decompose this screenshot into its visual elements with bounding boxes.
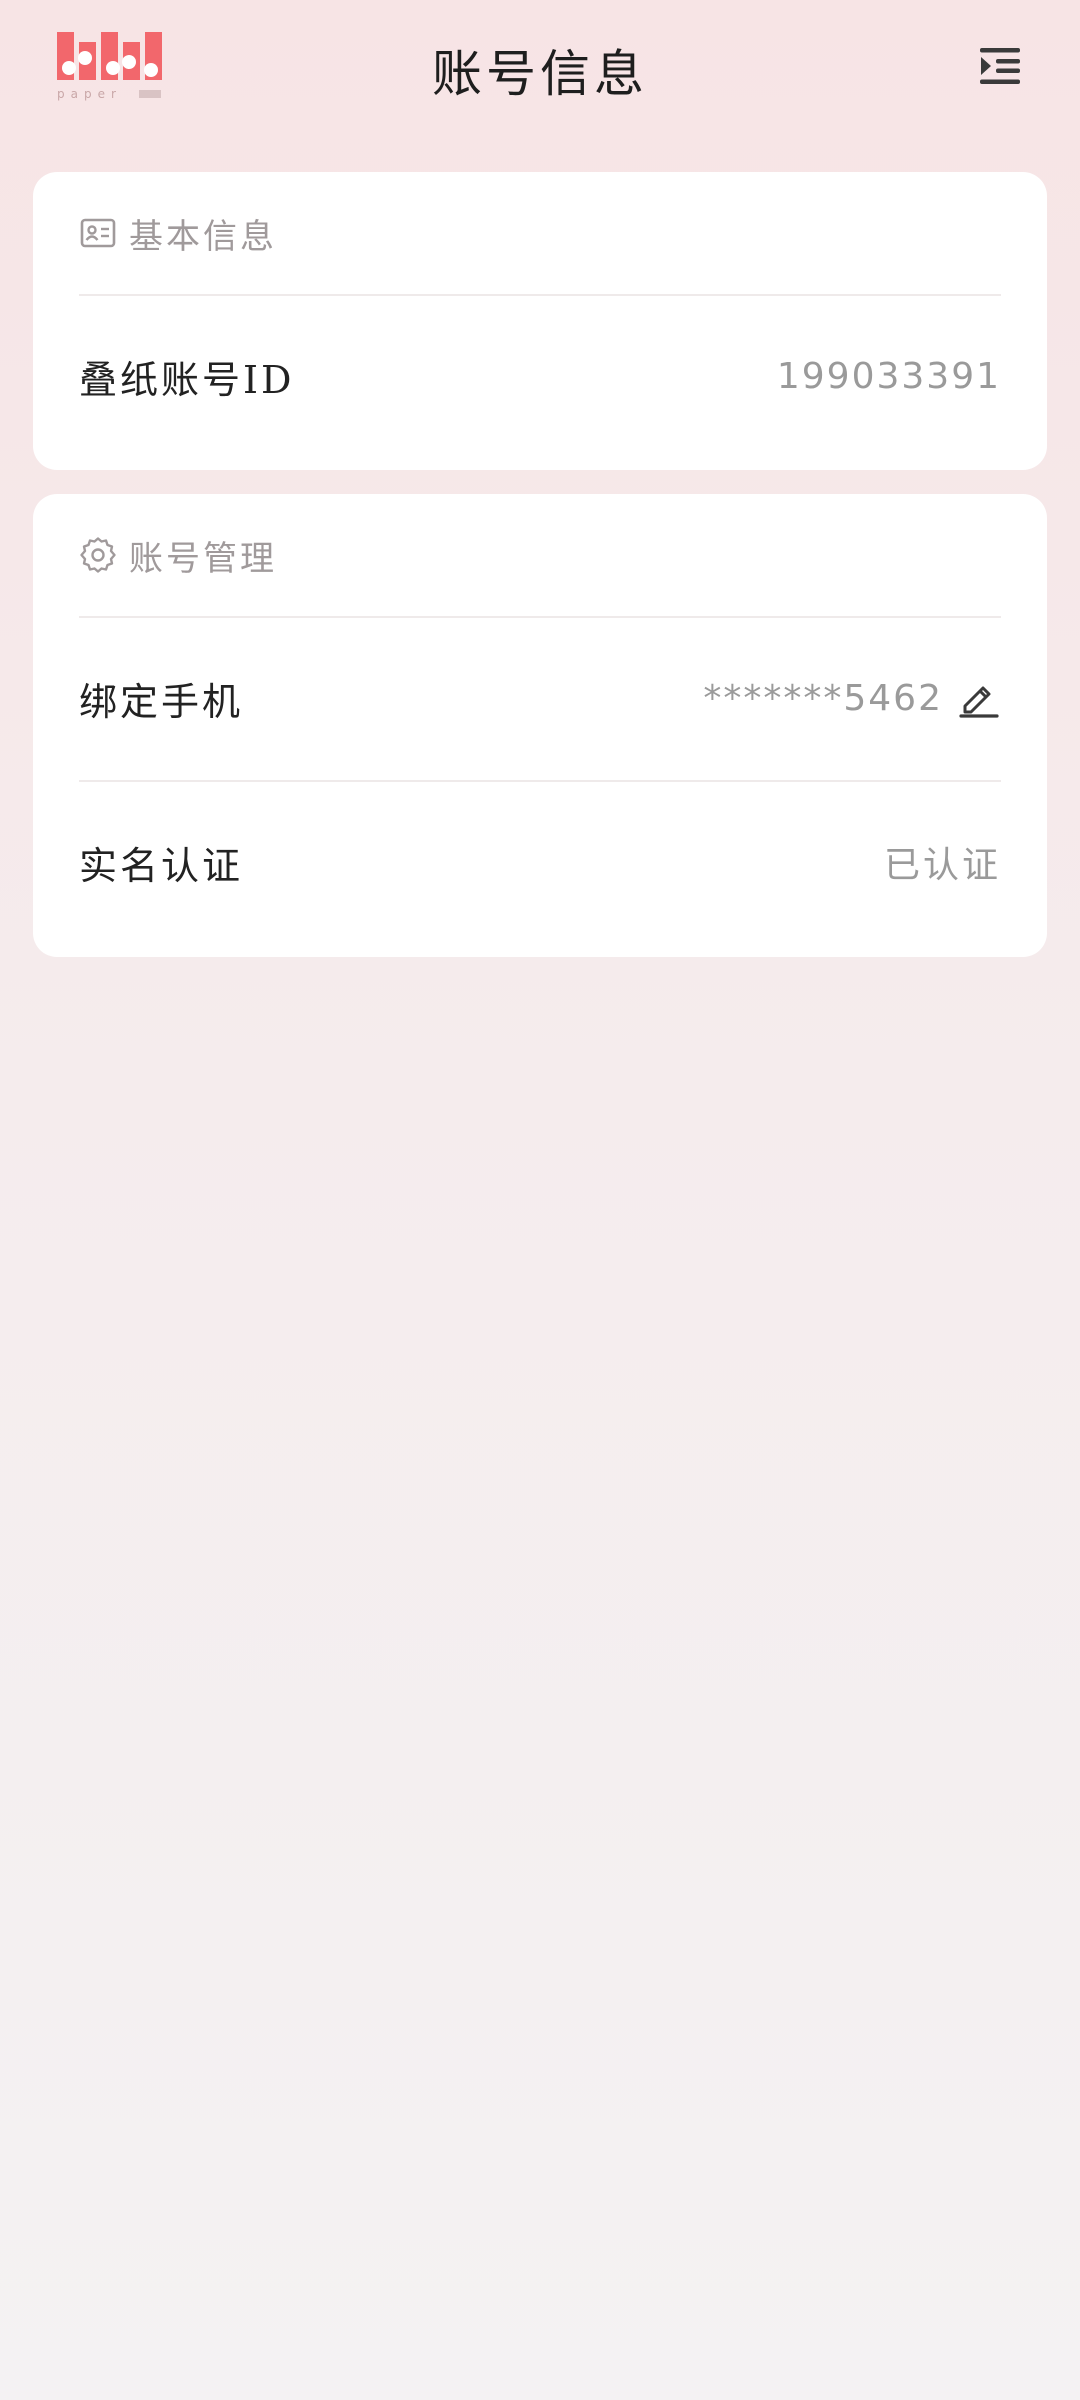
basic-info-title: 基本信息 <box>129 216 277 257</box>
basic-info-header: 基本信息 <box>79 172 277 294</box>
account-id-value: 199033391 <box>776 355 1001 397</box>
account-manage-title: 账号管理 <box>129 538 277 579</box>
account-manage-card: 账号管理 绑定手机 *******5462 实名认证 已认证 <box>33 494 1047 957</box>
id-card-icon <box>79 214 117 252</box>
real-name-status: 已认证 <box>883 845 1001 886</box>
account-id-label: 叠纸账号ID <box>79 357 295 402</box>
menu-button[interactable] <box>974 40 1026 92</box>
app-header: paper 账号信息 <box>0 0 1080 135</box>
basic-info-card: 基本信息 叠纸账号ID 199033391 <box>33 172 1047 470</box>
bind-phone-label: 绑定手机 <box>79 679 244 724</box>
bind-phone-row[interactable]: 绑定手机 *******5462 <box>79 618 1001 778</box>
account-id-row: 叠纸账号ID 199033391 <box>79 296 1001 456</box>
real-name-row[interactable]: 实名认证 已认证 <box>79 782 1001 942</box>
gear-icon <box>79 536 117 574</box>
page-title: 账号信息 <box>432 45 648 103</box>
phone-number-value: *******5462 <box>703 677 943 719</box>
edit-icon[interactable] <box>957 676 1001 720</box>
account-manage-header: 账号管理 <box>79 494 277 616</box>
real-name-label: 实名认证 <box>79 843 244 888</box>
menu-collapse-icon <box>980 48 1020 84</box>
